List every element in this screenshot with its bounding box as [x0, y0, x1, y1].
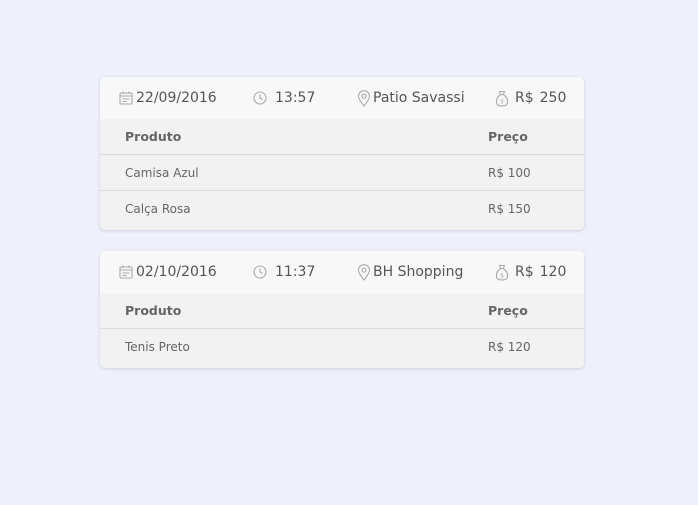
purchase-header: 02/10/2016 11:37 BH Shopping $ R$ 120: [100, 251, 584, 293]
purchase-header: 22/09/2016 13:57 Patio Savassi $ R$ 250: [100, 77, 584, 119]
location-pin-icon: [357, 263, 373, 281]
item-price: R$ 100: [488, 165, 531, 180]
svg-text:$: $: [500, 98, 504, 105]
money-bag-icon: $: [495, 90, 515, 107]
purchase-card: 22/09/2016 13:57 Patio Savassi $ R$ 250: [100, 77, 584, 230]
table-row: Calça Rosa R$ 150: [100, 190, 584, 226]
card-footer-spacer: [100, 364, 584, 368]
purchase-items-table: Produto Preço Camisa Azul R$ 100 Calça R…: [100, 119, 584, 226]
clock-icon: [253, 265, 275, 279]
purchase-total-amount: 250: [539, 90, 567, 106]
card-footer-spacer: [100, 226, 584, 230]
column-header-price: Preço: [488, 293, 584, 329]
item-price: R$ 150: [488, 190, 584, 226]
purchase-place: BH Shopping: [357, 251, 463, 293]
item-product: Camisa Azul: [125, 165, 199, 180]
purchase-time-text: 13:57: [275, 90, 316, 106]
calendar-icon: [119, 265, 136, 279]
location-pin-icon: [357, 89, 373, 107]
purchase-date-text: 22/09/2016: [136, 90, 217, 106]
purchase-date-text: 02/10/2016: [136, 264, 217, 280]
table-header-row: Produto Preço: [100, 119, 584, 155]
table-header-row: Produto Preço: [100, 293, 584, 329]
purchase-total-currency: R$: [515, 90, 534, 106]
purchase-time: 11:37: [253, 251, 315, 293]
clock-icon: [253, 91, 275, 105]
purchase-place-text: Patio Savassi: [373, 90, 465, 106]
purchase-time-text: 11:37: [275, 264, 316, 280]
purchase-place: Patio Savassi: [357, 77, 465, 119]
column-header-price: Preço: [488, 119, 584, 155]
purchase-card: 02/10/2016 11:37 BH Shopping $ R$ 120 Pr…: [100, 251, 584, 368]
svg-text:$: $: [500, 272, 504, 279]
purchase-total: $ R$ 250: [495, 77, 566, 119]
column-header-product: Produto: [100, 293, 488, 329]
purchase-list: 22/09/2016 13:57 Patio Savassi $ R$ 250: [100, 77, 584, 389]
calendar-icon: [119, 91, 136, 105]
purchase-items-table: Produto Preço Tenis Preto R$ 120: [100, 293, 584, 364]
table-row: Camisa Azul R$ 100: [100, 155, 584, 191]
purchase-place-text: BH Shopping: [373, 264, 464, 280]
money-bag-icon: $: [495, 264, 515, 281]
purchase-date: 22/09/2016: [119, 77, 217, 119]
purchase-date: 02/10/2016: [119, 251, 217, 293]
item-price: R$ 120: [488, 339, 531, 354]
item-product: Calça Rosa: [100, 190, 488, 226]
purchase-time: 13:57: [253, 77, 315, 119]
purchase-total-amount: 120: [539, 264, 567, 280]
item-product: Tenis Preto: [125, 339, 190, 354]
purchase-total-currency: R$: [515, 264, 534, 280]
purchase-total: $ R$ 120: [495, 251, 566, 293]
table-row: Tenis Preto R$ 120: [100, 329, 584, 365]
column-header-product: Produto: [100, 119, 488, 155]
